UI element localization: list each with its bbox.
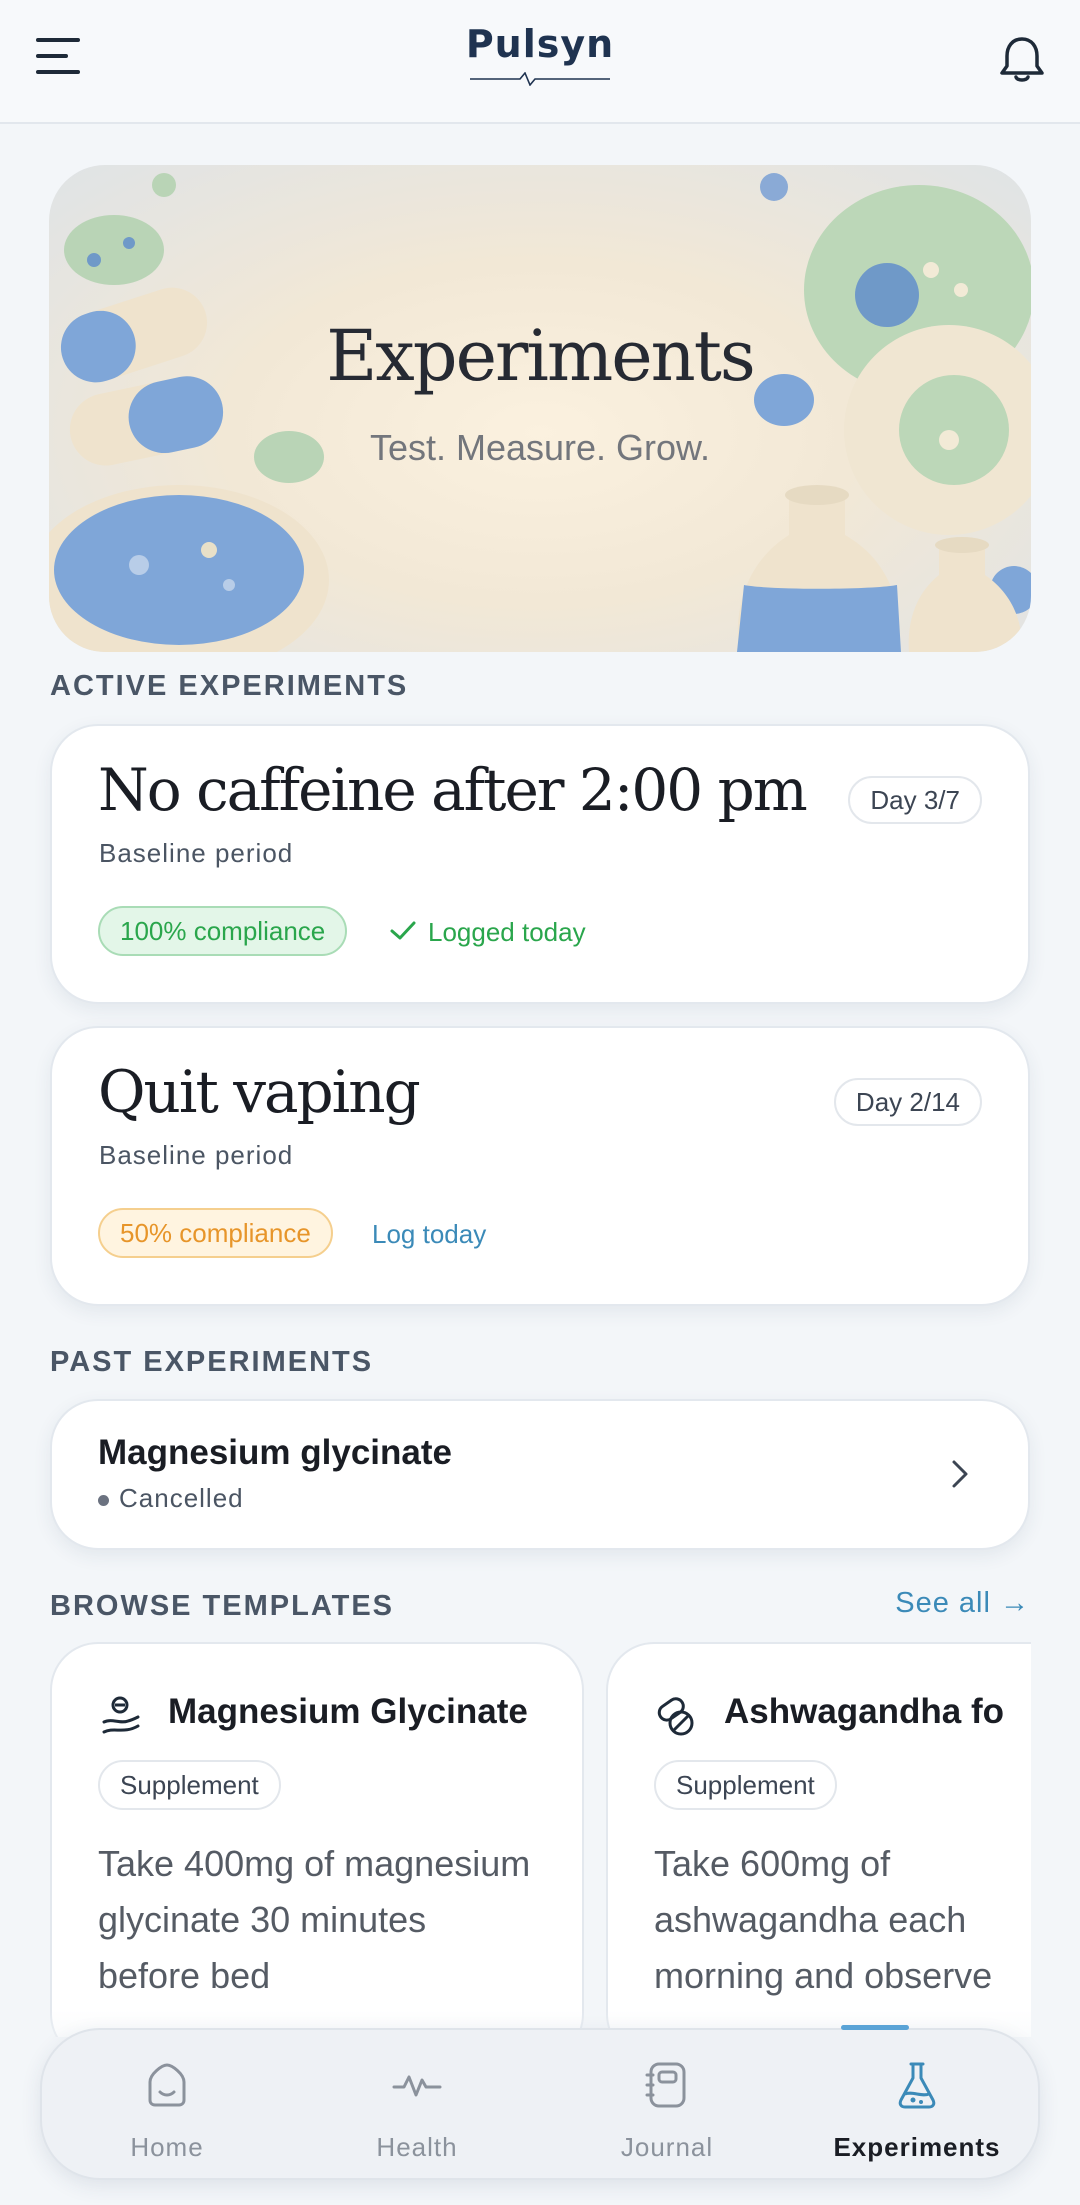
heartbeat-line-icon (470, 72, 610, 86)
log-today-link[interactable]: Log today (372, 1219, 486, 1250)
experiment-subtitle: Baseline period (99, 1140, 294, 1170)
hero-title: Experiments (326, 315, 756, 397)
status-dot (98, 1494, 109, 1506)
journal-icon (645, 2062, 686, 2108)
past-experiments-heading: PAST EXPERIMENTS (50, 1346, 374, 1378)
pills-icon (657, 1697, 694, 1736)
compliance-badge: 100% compliance (98, 906, 348, 956)
chevron-right-icon (952, 1460, 968, 1488)
logged-today-status: Logged today (428, 917, 586, 947)
hero-subtitle: Test. Measure. Grow. (369, 427, 711, 468)
nav-item-experiments[interactable]: Experiments (792, 2030, 1042, 2182)
template-title: Magnesium Glycinate (168, 1692, 528, 1731)
experiment-subtitle: Baseline period (99, 838, 294, 868)
supplement-hand-icon (102, 1696, 140, 1734)
flask-icon (898, 2062, 936, 2109)
experiment-title: No caffeine after 2:00 pm (98, 756, 808, 824)
hero-illustration (49, 173, 1031, 652)
template-tag: Supplement (654, 1760, 837, 1810)
app-logo: Pulsyn (465, 22, 615, 88)
active-tab-indicator (841, 2025, 909, 2030)
nav-label: Home (130, 2132, 204, 2162)
past-experiment-card[interactable]: Magnesium glycinate Cancelled (50, 1399, 1030, 1550)
template-card[interactable]: Magnesium Glycinate Supplement Take 400m… (50, 1642, 584, 2037)
experiment-card[interactable]: No caffeine after 2:00 pm Baseline perio… (50, 724, 1030, 1004)
checkmark-icon (390, 921, 416, 940)
templates-carousel[interactable]: Magnesium Glycinate Supplement Take 400m… (50, 1642, 1031, 2037)
nav-label: Journal (620, 2132, 714, 2162)
template-description: Take 400mg of magnesium glycinate 30 min… (98, 1843, 531, 1996)
bell-icon[interactable] (998, 34, 1046, 84)
template-tag: Supplement (98, 1760, 281, 1810)
template-description: Take 600mg of ashwagandha each morning a… (654, 1843, 993, 1996)
status-label: Cancelled (119, 1483, 244, 1513)
day-badge: Day 3/7 (848, 776, 982, 824)
nav-item-health[interactable]: Health (292, 2030, 542, 2182)
active-experiments-heading: ACTIVE EXPERIMENTS (50, 670, 409, 702)
pulse-icon (392, 2075, 442, 2097)
nav-label: Health (376, 2132, 458, 2162)
past-experiment-title: Magnesium glycinate (98, 1433, 452, 1472)
browse-templates-heading: BROWSE TEMPLATES (50, 1590, 395, 1622)
see-all-link[interactable]: See all → (895, 1587, 1030, 1620)
compliance-badge: 50% compliance (98, 1208, 333, 1258)
nav-item-home[interactable]: Home (42, 2030, 292, 2182)
nav-label: Experiments (833, 2132, 1001, 2162)
template-card[interactable]: Ashwagandha fo Supplement Take 600mg of … (606, 1642, 1031, 2037)
logo-text: Pulsyn (465, 22, 615, 66)
nav-item-journal[interactable]: Journal (542, 2030, 792, 2182)
day-badge: Day 2/14 (833, 1078, 982, 1126)
template-title: Ashwagandha fo (724, 1692, 1005, 1731)
hero-banner: Experiments Test. Measure. Grow. (49, 165, 1031, 652)
hamburger-menu-icon[interactable] (36, 38, 80, 80)
experiment-title: Quit vaping (98, 1058, 421, 1126)
app-header: Pulsyn (0, 0, 1080, 124)
home-icon (148, 2063, 186, 2107)
bottom-navigation: Home Health Journal Experiments (40, 2028, 1040, 2180)
past-experiment-status: Cancelled (98, 1483, 244, 1514)
experiment-card[interactable]: Quit vaping Baseline period Day 2/14 50%… (50, 1026, 1030, 1306)
